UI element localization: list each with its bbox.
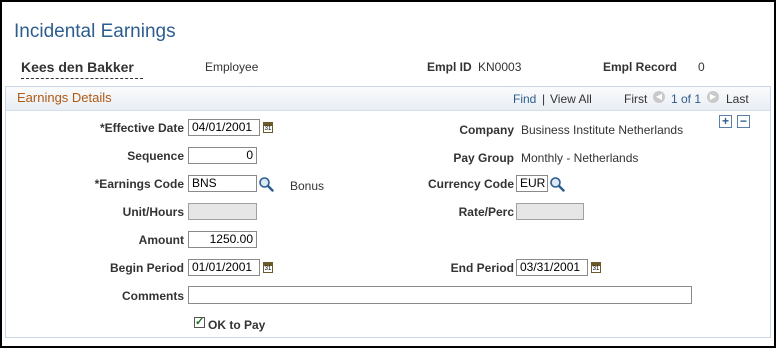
comments-input[interactable]	[188, 286, 692, 304]
plus-icon[interactable]: +	[719, 115, 732, 128]
pager-text: 1 of 1	[671, 92, 702, 106]
left-arrow-icon[interactable]: ◀	[653, 91, 665, 103]
begin-period-label: Begin Period	[109, 261, 184, 275]
earnings-code-input[interactable]: BNS	[188, 175, 257, 192]
empl-record-value: 0	[698, 60, 705, 74]
earnings-code-description: Bonus	[290, 179, 325, 193]
unit-hours-input	[188, 203, 257, 220]
company-label: Company	[459, 123, 514, 137]
unit-hours-label: Unit/Hours	[122, 205, 184, 219]
page-title: Incidental Earnings	[14, 21, 176, 42]
currency-code-label: Currency Code	[427, 177, 514, 191]
checkmark-icon: ✓	[195, 316, 205, 328]
calendar-icon[interactable]	[263, 262, 273, 273]
amount-input[interactable]: 1250.00	[188, 231, 257, 248]
amount-label: Amount	[138, 233, 184, 247]
end-period-input[interactable]: 03/31/2001	[516, 259, 588, 276]
right-arrow-icon[interactable]: ▶	[707, 91, 719, 103]
effective-date-label: *Effective Date	[99, 121, 184, 135]
currency-code-input[interactable]: EUR	[516, 175, 548, 192]
view-all-link[interactable]: View All	[550, 92, 592, 106]
employee-type: Employee	[205, 60, 259, 74]
employee-name-underline	[21, 78, 143, 79]
first-label: First	[624, 92, 648, 106]
end-period-label: End Period	[450, 261, 514, 275]
calendar-icon[interactable]	[263, 122, 273, 133]
company-value: Business Institute Netherlands	[521, 123, 684, 137]
sequence-label: Sequence	[127, 149, 184, 163]
pay-group-label: Pay Group	[453, 151, 514, 165]
nav-separator: |	[542, 92, 546, 106]
begin-period-input[interactable]: 01/01/2001	[188, 259, 260, 276]
rate-perc-input	[516, 203, 584, 220]
ok-to-pay-label: OK to Pay	[208, 318, 266, 332]
calendar-icon[interactable]	[591, 262, 601, 273]
page-frame: Incidental Earnings Kees den Bakker Empl…	[0, 0, 776, 348]
ok-to-pay-checkbox[interactable]: ✓	[194, 317, 205, 328]
rate-perc-label: Rate/Perc	[458, 205, 514, 219]
minus-icon[interactable]: −	[737, 115, 750, 128]
magnifier-icon[interactable]	[549, 176, 565, 192]
sequence-input[interactable]: 0	[188, 147, 257, 164]
section-title: Earnings Details	[17, 90, 112, 105]
empl-id-value: KN0003	[478, 60, 522, 74]
employee-name: Kees den Bakker	[21, 59, 134, 75]
empl-id-label: Empl ID	[427, 60, 472, 74]
last-label: Last	[726, 92, 749, 106]
magnifier-icon[interactable]	[258, 176, 274, 192]
find-link[interactable]: Find	[513, 92, 536, 106]
earnings-code-label: *Earnings Code	[94, 177, 184, 191]
empl-record-label: Empl Record	[603, 60, 678, 74]
effective-date-input[interactable]: 04/01/2001	[188, 119, 260, 136]
pay-group-value: Monthly - Netherlands	[521, 151, 639, 165]
comments-label: Comments	[121, 289, 184, 303]
